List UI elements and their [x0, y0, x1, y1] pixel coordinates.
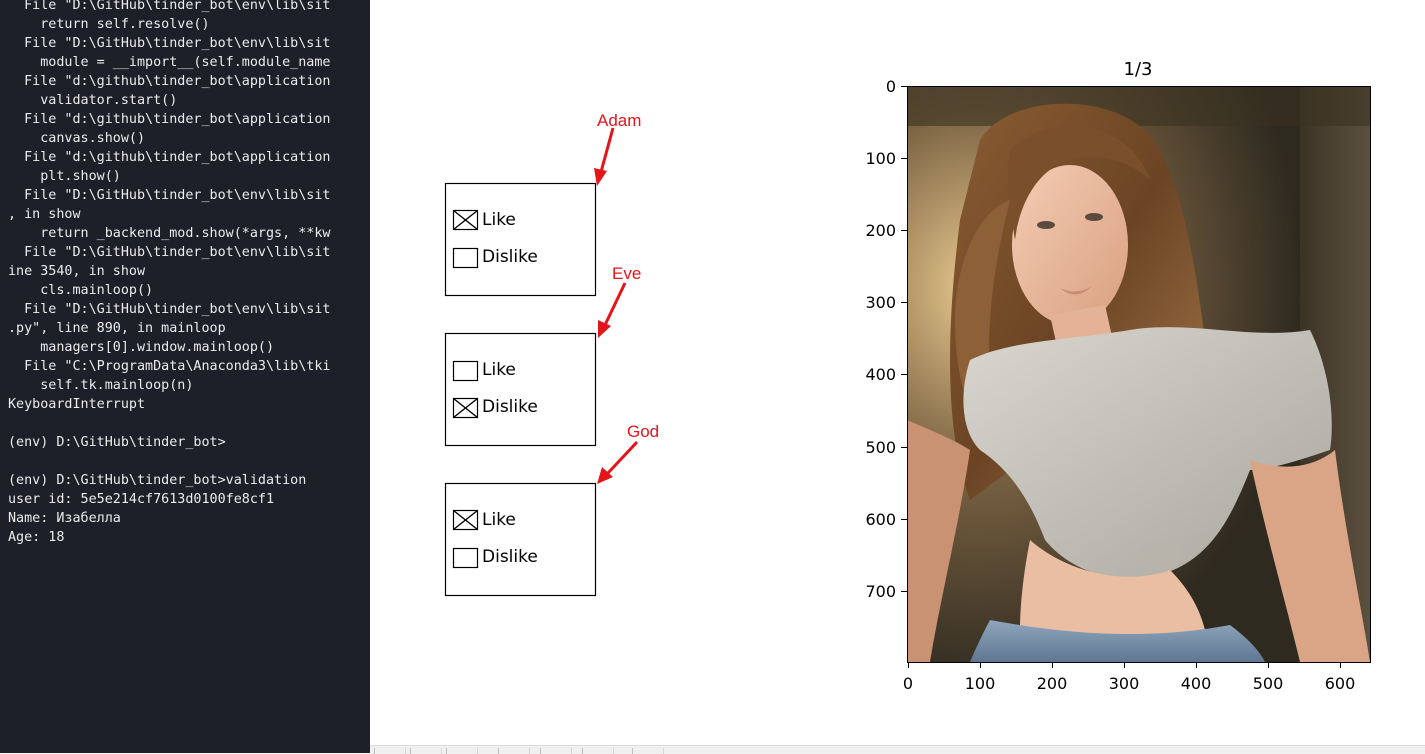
- figure-canvas: Like Dislike Like Dislike Like Dislike A…: [444, 59, 1371, 693]
- y-tick-label: 500: [865, 438, 896, 457]
- forward-button[interactable]: [446, 748, 478, 754]
- terminal-line: managers[0].window.mainloop(): [8, 340, 275, 355]
- annotation-eve-label: Eve: [612, 264, 641, 283]
- terminal-line: File "D:\GitHub\tinder_bot\env\lib\sit: [8, 0, 331, 13]
- terminal-line: KeyboardInterrupt: [8, 397, 146, 412]
- check-group-adam: Like Dislike: [444, 182, 597, 297]
- matplotlib-figure: Like Dislike Like Dislike Like Dislike A…: [370, 0, 1425, 753]
- dislike-label: Dislike: [482, 397, 538, 417]
- y-tick-label: 100: [865, 149, 896, 168]
- terminal-line: self.tk.mainloop(n): [8, 378, 194, 393]
- dislike-checkbox[interactable]: Dislike: [452, 397, 538, 419]
- check-group-frame: [444, 182, 597, 297]
- dislike-checkbox[interactable]: Dislike: [452, 247, 538, 269]
- photo-placeholder-icon: [907, 86, 1370, 662]
- terminal-line: plt.show(): [8, 169, 121, 184]
- terminal-line: File "D:\GitHub\tinder_bot\env\lib\sit: [8, 302, 331, 317]
- x-tick-label: 100: [965, 674, 996, 693]
- terminal-line: File "d:\github\tinder_bot\application: [8, 112, 331, 127]
- dislike-checkbox[interactable]: Dislike: [452, 547, 538, 569]
- terminal-line: File "d:\github\tinder_bot\application: [8, 150, 331, 165]
- like-label: Like: [482, 360, 516, 380]
- pan-button[interactable]: [498, 748, 530, 754]
- arrow-line: [603, 282, 627, 326]
- like-checkbox[interactable]: Like: [452, 509, 516, 531]
- x-tick-label: 200: [1037, 674, 1068, 693]
- x-tick-label: 300: [1109, 674, 1140, 693]
- check-group-eve: Like Dislike: [444, 332, 597, 447]
- terminal-line: ine 3540, in show: [8, 264, 146, 279]
- terminal-line: return _backend_mod.show(*args, **kw: [8, 226, 331, 241]
- check-group-frame: [444, 482, 597, 597]
- arrow-line: [606, 440, 639, 475]
- back-button[interactable]: [410, 748, 442, 754]
- like-label: Like: [482, 510, 516, 530]
- y-tick-label: 700: [865, 582, 896, 601]
- terminal-line: validator.start(): [8, 93, 178, 108]
- terminal-line: Name: Изабелла: [8, 511, 121, 526]
- like-checkbox[interactable]: Like: [452, 360, 516, 382]
- terminal-line: File "C:\ProgramData\Anaconda3\lib\tki: [8, 359, 331, 374]
- y-tick-label: 600: [865, 510, 896, 529]
- save-button[interactable]: [632, 748, 664, 754]
- y-tick-label: 0: [886, 77, 896, 96]
- x-tick-label: 500: [1253, 674, 1284, 693]
- zoom-button[interactable]: [540, 748, 572, 754]
- annotation-god-label: God: [627, 422, 659, 441]
- y-axis: 0 100 200 300 400 500 600 700: [865, 77, 907, 601]
- x-tick-label: 400: [1181, 674, 1212, 693]
- image-axes: 1/3 0 100 200 300 400 500 600 700 0 100 …: [865, 59, 1371, 693]
- configure-button[interactable]: [582, 748, 614, 754]
- terminal-line: cls.mainloop(): [8, 283, 154, 298]
- terminal-line: canvas.show(): [8, 131, 146, 146]
- home-button[interactable]: [374, 748, 406, 754]
- terminal-line: .py", line 890, in mainloop: [8, 321, 226, 336]
- terminal-line: File "D:\GitHub\tinder_bot\env\lib\sit: [8, 188, 331, 203]
- dislike-checkbox-box[interactable]: [452, 547, 479, 569]
- check-group-frame: [444, 332, 597, 447]
- x-axis: 0 100 200 300 400 500 600: [903, 662, 1355, 693]
- terminal-line: File "D:\GitHub\tinder_bot\env\lib\sit: [8, 36, 331, 51]
- y-tick-label: 200: [865, 221, 896, 240]
- terminal-line: user id: 5e5e214cf7613d0100fe8cf1: [8, 492, 275, 507]
- terminal-line: File "d:\github\tinder_bot\application: [8, 74, 331, 89]
- arrow-line: [599, 127, 615, 173]
- terminal-line: , in show: [8, 207, 81, 222]
- x-tick-label: 0: [903, 674, 913, 693]
- like-checkbox-box[interactable]: [452, 360, 479, 382]
- dislike-label: Dislike: [482, 247, 538, 267]
- y-tick-label: 300: [865, 293, 896, 312]
- x-tick-label: 600: [1325, 674, 1356, 693]
- axes-title: 1/3: [1124, 59, 1153, 80]
- y-tick-label: 400: [865, 365, 896, 384]
- annotation-god: God: [597, 422, 659, 484]
- annotation-eve: Eve: [598, 264, 641, 338]
- annotation-adam: Adam: [594, 111, 641, 186]
- terminal-line: Age: 18: [8, 530, 65, 545]
- terminal-output: File "D:\GitHub\tinder_bot\env\lib\sit r…: [8, 0, 330, 547]
- like-label: Like: [482, 210, 516, 230]
- terminal-line: (env) D:\GitHub\tinder_bot>: [8, 435, 226, 450]
- dislike-checkbox-box[interactable]: [452, 247, 479, 269]
- terminal-line: return self.resolve(): [8, 17, 210, 32]
- dislike-label: Dislike: [482, 547, 538, 567]
- like-checkbox[interactable]: Like: [452, 209, 516, 231]
- terminal-line: module = __import__(self.module_name: [8, 55, 331, 70]
- annotation-adam-label: Adam: [597, 111, 641, 130]
- terminal-line: File "D:\GitHub\tinder_bot\env\lib\sit: [8, 245, 331, 260]
- check-group-god: Like Dislike: [444, 482, 597, 597]
- terminal-line: (env) D:\GitHub\tinder_bot>validation: [8, 473, 307, 488]
- terminal-window[interactable]: File "D:\GitHub\tinder_bot\env\lib\sit r…: [0, 0, 370, 753]
